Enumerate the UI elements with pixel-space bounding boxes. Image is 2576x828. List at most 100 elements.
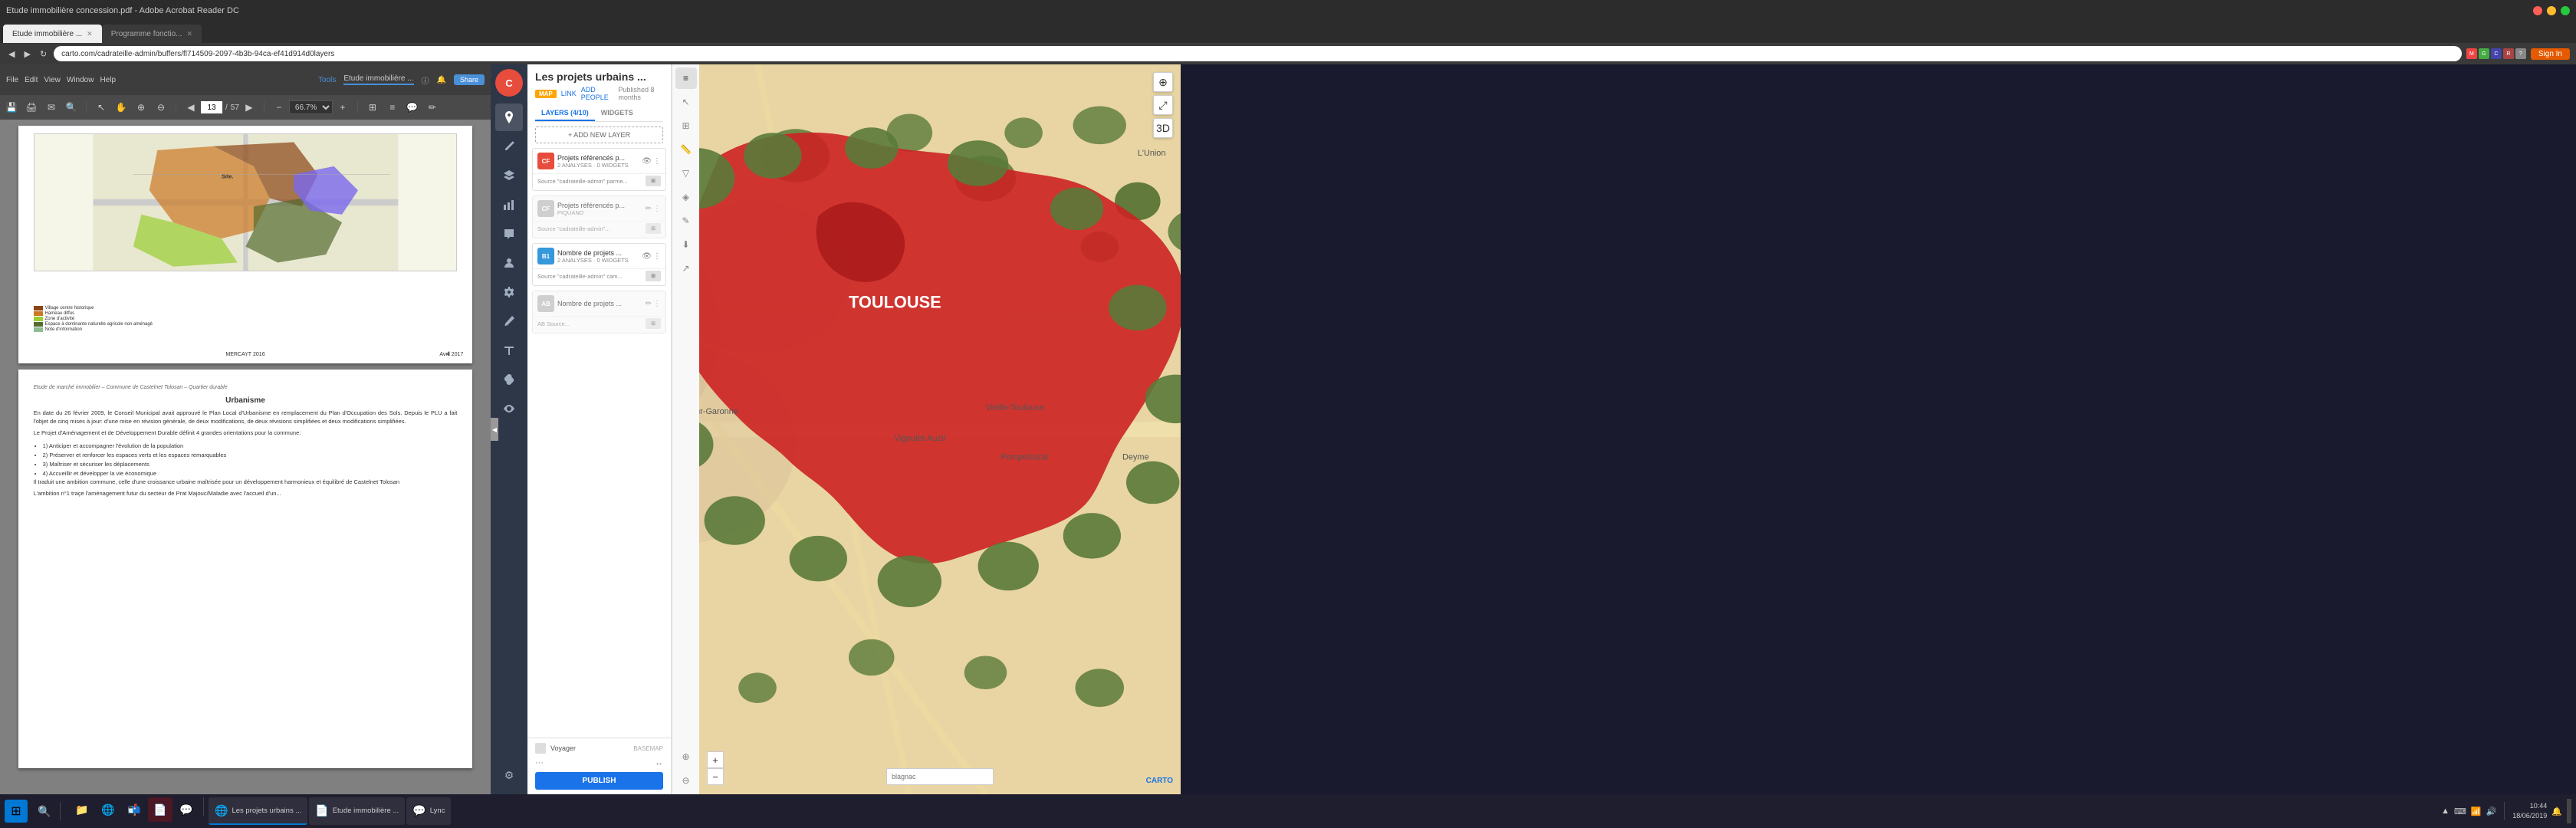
taskbar-search-icon[interactable]: 🔍 [32,799,57,823]
minimize-button[interactable] [2547,6,2556,15]
taskbar-app-pdf[interactable]: 📄 Etude immobilière ... [309,797,405,825]
layer-2-source-icon[interactable]: ⊞ [646,223,661,234]
taskbar-volume-icon[interactable]: 🔊 [2486,807,2497,816]
pdf-menu-edit[interactable]: Edit [25,76,38,84]
pdf-page-input[interactable] [201,101,222,113]
pdf-collapse-button[interactable]: ◀ [491,418,498,441]
tab-layers[interactable]: LAYERS (4/10) [535,106,595,121]
right-icon-3d[interactable]: ◈ [675,186,697,208]
right-icon-download[interactable]: ⬇ [675,234,697,255]
pdf-cursor-icon[interactable]: ↖ [94,100,108,114]
map-search-input[interactable] [886,768,994,785]
pdf-hand-icon[interactable]: ✋ [114,100,128,114]
back-button[interactable]: ◀ [6,49,17,59]
taskbar-notif-icon[interactable]: 🔔 [2551,807,2562,816]
sidebar-icon-pencil[interactable] [495,133,523,160]
sidebar-icon-chart[interactable] [495,191,523,219]
taskbar-outlook-icon[interactable]: 📬 [122,797,146,822]
layer-1-visibility-icon[interactable]: 👁 [642,157,652,166]
pdf-scroll-icon[interactable]: ≡ [386,100,399,114]
right-icon-cursor[interactable]: ↖ [675,91,697,113]
layer-3-visibility-icon[interactable]: 👁 [642,252,652,261]
sidebar-icon-settings[interactable] [495,278,523,306]
pdf-comment-icon[interactable]: 💬 [406,100,419,114]
layer-1-source-icon[interactable]: ⊞ [646,176,661,186]
tab-close-icon-2[interactable]: ✕ [187,30,193,38]
right-icon-zoom-fit[interactable]: ⊞ [675,115,697,136]
layer-2-more-icon[interactable]: ⋮ [653,205,661,213]
taskbar-explorer-icon[interactable]: 📁 [70,797,94,822]
pdf-share-button[interactable]: Share [454,74,485,85]
close-button[interactable] [2533,6,2542,15]
pdf-menu-view[interactable]: View [44,76,61,84]
sidebar-icon-eye[interactable] [495,395,523,422]
map-zoom-in-button[interactable]: + [707,751,724,768]
pdf-save-icon[interactable]: 💾 [5,100,18,114]
pdf-prev-page-icon[interactable]: ◀ [184,100,198,114]
right-icon-draw[interactable]: ✎ [675,210,697,232]
right-icon-layers[interactable]: ≡ [675,67,697,89]
taskbar-network-icon[interactable]: 📶 [2471,807,2482,816]
pdf-search-icon[interactable]: 🔍 [64,100,78,114]
pdf-print-icon[interactable]: 🖨 [25,100,38,114]
sign-in-button[interactable]: Sign In [2531,48,2570,60]
layer-4-source-icon[interactable]: ⊞ [646,318,661,329]
taskbar-arrow-icon[interactable]: ▲ [2441,807,2450,816]
maximize-button[interactable] [2561,6,2570,15]
right-icon-filter[interactable]: ▽ [675,163,697,184]
layer-4-edit-icon[interactable]: ✏ [646,300,652,308]
publish-button[interactable]: PUBLISH [535,772,663,790]
carto-user-avatar[interactable]: C [495,69,523,97]
taskbar-app-lync[interactable]: 💬 Lync [406,797,451,825]
pdf-zoom-out-btn[interactable]: − [272,100,286,114]
sidebar-icon-link[interactable] [495,366,523,393]
map-full-screen-button[interactable]: ⤢ [1153,95,1173,115]
sidebar-icon-map[interactable] [495,104,523,131]
tab-close-icon[interactable]: ✕ [87,30,93,38]
taskbar-acrobat-icon[interactable]: 📄 [148,797,172,822]
layers-bottom-add-icon[interactable]: ↔ [655,758,663,767]
pdf-menu-help[interactable]: Help [100,76,116,84]
pdf-zoom-out-icon[interactable]: ⊖ [154,100,168,114]
taskbar-show-desktop-icon[interactable] [2567,799,2571,823]
add-people-label[interactable]: ADD PEOPLE [581,86,614,101]
pdf-fit-width-icon[interactable]: ⊞ [366,100,380,114]
pdf-zoom-in-btn[interactable]: + [336,100,350,114]
right-icon-collapse[interactable]: ⊖ [675,770,697,791]
map-zoom-out-button[interactable]: − [707,768,724,785]
pdf-menu-window[interactable]: Window [67,76,94,84]
layer-2-edit-icon[interactable]: ✏ [646,205,652,213]
tab-widgets[interactable]: WIDGETS [595,106,639,121]
sidebar-icon-message[interactable] [495,220,523,248]
reload-button[interactable]: ↻ [38,49,49,59]
tab-pdf[interactable]: Etude immobilière ... ✕ [3,25,102,43]
pdf-next-page-icon[interactable]: ▶ [242,100,256,114]
taskbar-lync-icon[interactable]: 💬 [174,797,199,822]
sidebar-icon-text[interactable] [495,337,523,364]
sidebar-icon-paint[interactable] [495,307,523,335]
pdf-draw-icon[interactable]: ✏ [426,100,439,114]
sidebar-icon-user[interactable] [495,249,523,277]
right-icon-share[interactable]: ↗ [675,258,697,279]
layers-more-options[interactable]: ··· [535,758,544,767]
pdf-zoom-select[interactable]: 66.7% 100% [289,100,333,114]
right-icon-measure[interactable]: 📏 [675,139,697,160]
map-3d-button[interactable]: 3D [1153,118,1173,138]
map-reset-bearing-button[interactable]: ⊕ [1153,72,1173,92]
pdf-tab-tools[interactable]: Tools [318,76,336,84]
sidebar-icon-layers[interactable] [495,162,523,189]
taskbar-keyboard-icon[interactable]: ⌨ [2454,807,2466,816]
layer-1-more-icon[interactable]: ⋮ [653,157,661,166]
pdf-menu-file[interactable]: File [6,76,18,84]
forward-button[interactable]: ▶ [21,49,32,59]
pdf-tab-file[interactable]: Etude immobilière ... [343,74,413,85]
pdf-email-icon[interactable]: ✉ [44,100,58,114]
right-icon-expand[interactable]: ⊕ [675,746,697,767]
pdf-zoom-in-icon[interactable]: ⊕ [134,100,148,114]
taskbar-app-urbains[interactable]: 🌐 Les projets urbains ... [209,797,307,825]
layer-3-source-icon[interactable]: ⊞ [646,271,661,281]
sidebar-icon-cog[interactable]: ⚙ [495,761,523,789]
layer-3-more-icon[interactable]: ⋮ [653,252,661,261]
taskbar-ie-icon[interactable]: 🌐 [96,797,120,822]
layer-4-more-icon[interactable]: ⋮ [653,300,661,308]
